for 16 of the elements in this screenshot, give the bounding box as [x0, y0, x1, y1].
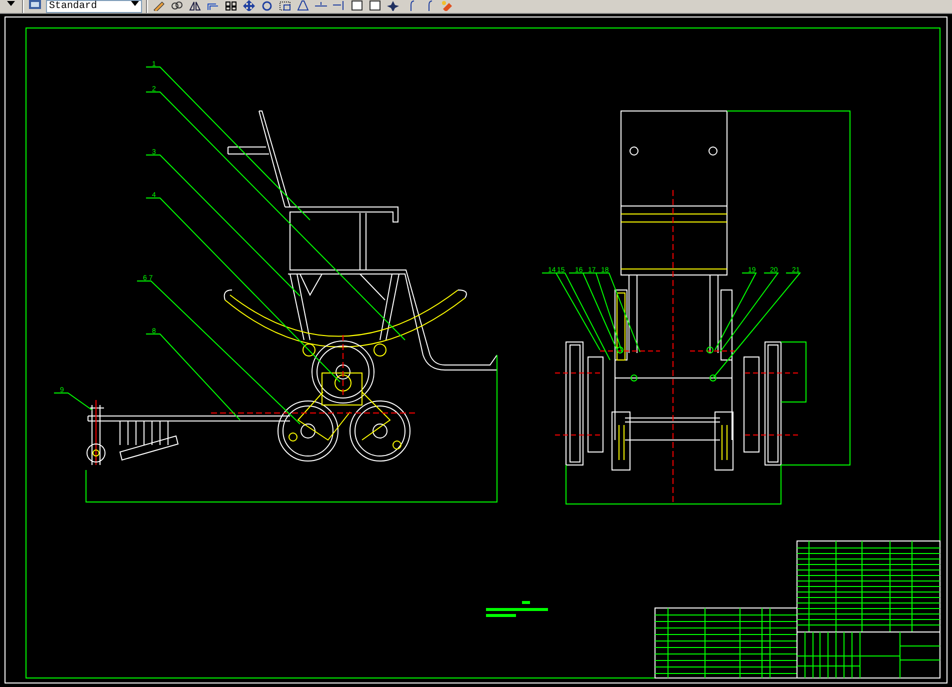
leader-line — [54, 392, 92, 410]
mirror-icon[interactable] — [188, 0, 202, 11]
text-style-icon[interactable] — [28, 0, 42, 11]
move-icon[interactable] — [242, 0, 256, 11]
scale-icon[interactable] — [278, 0, 292, 11]
text-style-dropdown[interactable]: Standard — [46, 0, 142, 13]
stretch-icon[interactable] — [296, 0, 310, 11]
extend-icon[interactable] — [332, 0, 346, 11]
rings-icon[interactable] — [170, 0, 184, 11]
caret-icon — [131, 1, 139, 6]
explode-icon[interactable] — [386, 0, 400, 11]
rotate-icon[interactable] — [260, 0, 274, 11]
pencil-icon[interactable] — [152, 0, 166, 11]
array-icon[interactable] — [224, 0, 238, 11]
technical-notes-drawing — [486, 601, 548, 617]
eraser-icon[interactable] — [440, 0, 454, 11]
